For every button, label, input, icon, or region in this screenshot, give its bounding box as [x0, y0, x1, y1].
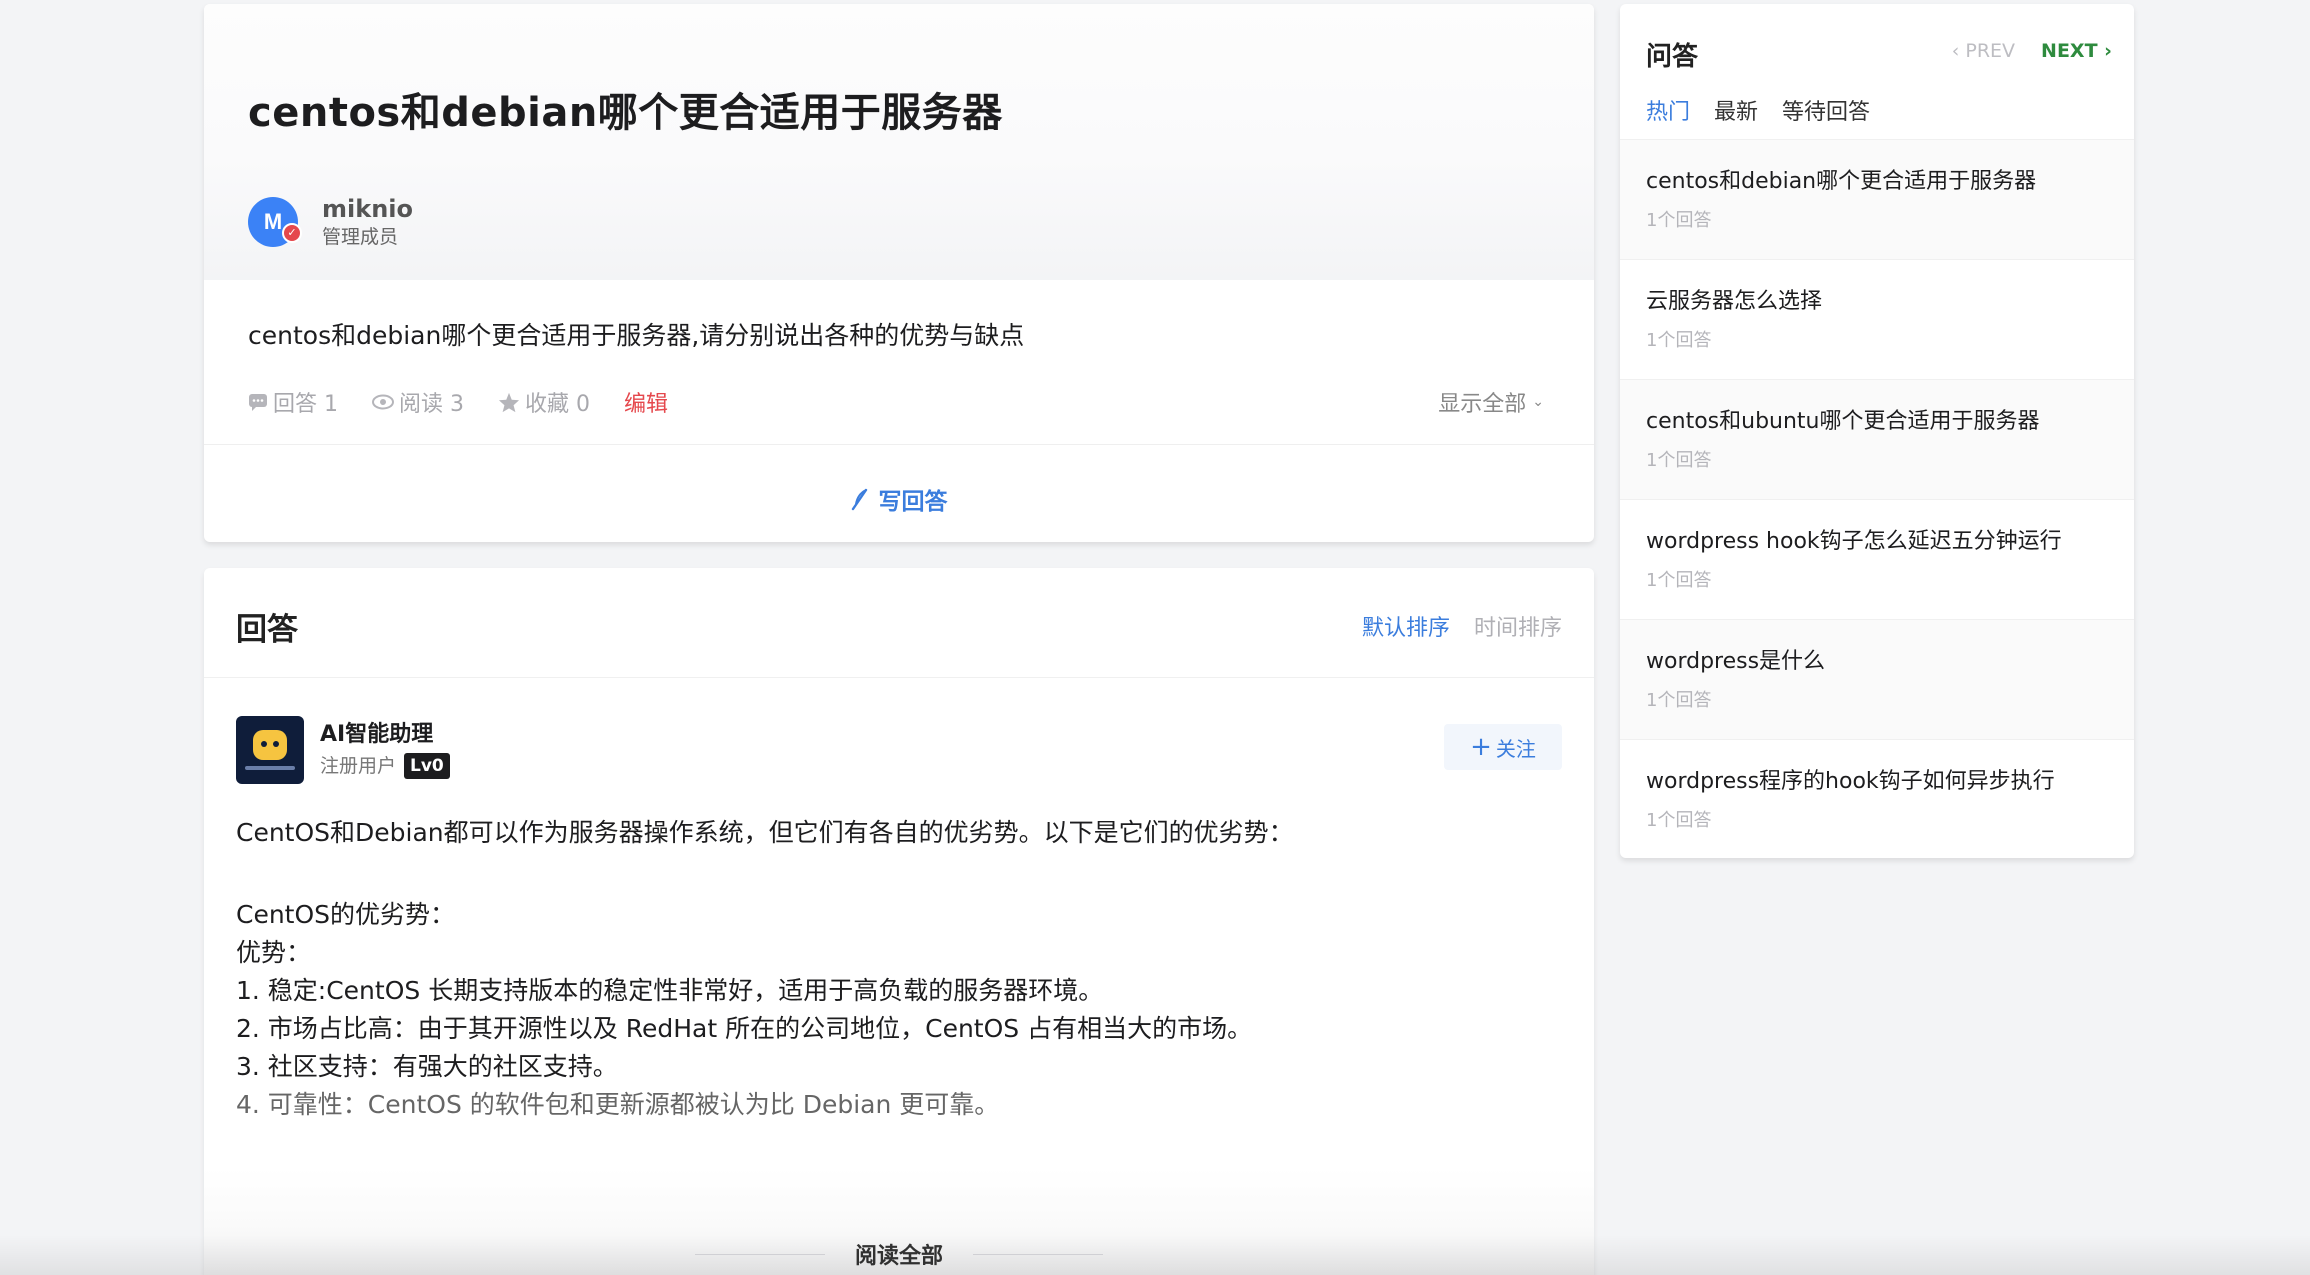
list-item-title[interactable]: wordpress hook钩子怎么延迟五分钟运行 [1646, 526, 2108, 558]
chevron-left-icon: ‹ [1951, 40, 1966, 62]
answer-author-role-row: 注册用户 Lv0 [320, 752, 450, 780]
answer-point-4: 4. 可靠性：CentOS 的软件包和更新源都被认为比 Debian 更可靠。 [236, 1090, 1000, 1119]
question-title: centos和debian哪个更合适用于服务器 [248, 90, 1003, 136]
level-badge: Lv0 [404, 753, 450, 779]
answer-author-name[interactable]: AI智能助理 [320, 718, 450, 752]
list-item[interactable]: wordpress是什么 1个回答 [1620, 620, 2134, 740]
tab-latest[interactable]: 最新 [1714, 94, 1758, 126]
answer-point-3: 3. 社区支持：有强大的社区支持。 [236, 1052, 618, 1081]
question-description: centos和debian哪个更合适用于服务器,请分别说出各种的优势与缺点 [248, 321, 1025, 350]
sort-default-tab[interactable]: 默认排序 [1362, 610, 1450, 642]
avatar[interactable]: M ✓ [248, 197, 302, 247]
write-answer-label: 写回答 [878, 489, 948, 515]
read-all-label: 阅读全部 [854, 1244, 943, 1269]
sidebar-header: 问答 ‹ PREV NEXT › 热门 最新 等待回答 [1620, 4, 2134, 140]
question-card: centos和debian哪个更合适用于服务器 M ✓ miknio 管理成员 … [204, 4, 1594, 542]
chevron-down-icon: ⌄ [1532, 394, 1544, 410]
favorites-stat-label: 收藏 0 [525, 392, 590, 417]
qa-sidebar: 问答 ‹ PREV NEXT › 热门 最新 等待回答 centos和debia… [1620, 4, 2134, 858]
question-author[interactable]: M ✓ miknio 管理成员 [248, 194, 413, 250]
follow-label: 关注 [1495, 736, 1536, 761]
answers-stat-label: 回答 1 [273, 392, 338, 417]
answer-heading: CentOS的优劣势： [236, 900, 456, 929]
answers-card: 回答 默认排序 时间排序 AI智能助理 注册用户 Lv0 + 关注 CentOS… [204, 568, 1594, 1275]
list-item-title[interactable]: centos和ubuntu哪个更合适用于服务器 [1646, 406, 2108, 438]
eye-icon [372, 394, 394, 410]
list-item-title[interactable]: wordpress是什么 [1646, 646, 2108, 678]
list-item[interactable]: wordpress hook钩子怎么延迟五分钟运行 1个回答 [1620, 500, 2134, 620]
page: centos和debian哪个更合适用于服务器 M ✓ miknio 管理成员 … [0, 0, 2310, 1275]
answer-point-1: 1. 稳定:CentOS 长期支持版本的稳定性非常好，适用于高负载的服务器环境。 [236, 976, 1104, 1005]
answer-intro: CentOS和Debian都可以作为服务器操作系统，但它们有各自的优劣势。以下是… [236, 818, 1294, 847]
next-label: NEXT [2041, 40, 2098, 62]
list-item-count: 1个回答 [1646, 330, 1712, 351]
write-answer-button[interactable]: 写回答 [204, 482, 1594, 516]
robot-avatar-icon[interactable] [236, 716, 304, 784]
answer-subheading: 优势： [236, 938, 312, 967]
list-item-count: 1个回答 [1646, 570, 1712, 591]
prev-button[interactable]: ‹ PREV [1952, 40, 2015, 62]
avatar-logo: M [263, 209, 283, 234]
robot-face [253, 730, 287, 760]
list-item-count: 1个回答 [1646, 450, 1712, 471]
author-name[interactable]: miknio [322, 194, 413, 224]
divider-left [694, 1253, 825, 1255]
prev-label: PREV [1965, 40, 2016, 62]
sort-time-tab[interactable]: 时间排序 [1474, 610, 1562, 642]
answer-body: CentOS和Debian都可以作为服务器操作系统，但它们有各自的优劣势。以下是… [236, 814, 1556, 1124]
star-icon [498, 392, 520, 412]
list-item-count: 1个回答 [1646, 210, 1712, 231]
feather-pen-icon [852, 488, 868, 511]
read-all-button[interactable]: 阅读全部 [204, 1238, 1594, 1270]
list-item-title[interactable]: 云服务器怎么选择 [1646, 286, 2108, 318]
next-button[interactable]: NEXT › [2041, 40, 2112, 62]
question-stats: 回答 1 阅读 3 收藏 0 编辑 [248, 386, 702, 418]
sort-options: 默认排序 时间排序 [1338, 610, 1562, 642]
list-item[interactable]: centos和debian哪个更合适用于服务器 1个回答 [1620, 140, 2134, 260]
sidebar-title: 问答 [1646, 42, 1699, 72]
answer-point-2: 2. 市场占比高：由于其开源性以及 RedHat 所在的公司地位，CentOS … [236, 1014, 1253, 1043]
answers-title: 回答 [236, 612, 298, 648]
tab-hot[interactable]: 热门 [1646, 94, 1690, 126]
answer-author[interactable]: AI智能助理 注册用户 Lv0 [236, 716, 450, 784]
comment-icon [249, 394, 267, 411]
favorites-stat[interactable]: 收藏 0 [498, 386, 590, 418]
verified-badge-icon: ✓ [282, 223, 302, 243]
reads-stat: 阅读 3 [372, 386, 464, 418]
list-item[interactable]: wordpress程序的hook钩子如何异步执行 1个回答 [1620, 740, 2134, 858]
reads-stat-label: 阅读 3 [399, 392, 464, 417]
avatar-caption [245, 766, 295, 770]
answers-stat[interactable]: 回答 1 [248, 386, 338, 418]
plus-icon: + [1470, 732, 1492, 762]
list-item[interactable]: 云服务器怎么选择 1个回答 [1620, 260, 2134, 380]
show-all-label: 显示全部 [1438, 392, 1527, 417]
sidebar-pager: ‹ PREV NEXT › [1952, 40, 2112, 62]
question-header: centos和debian哪个更合适用于服务器 M ✓ miknio 管理成员 [204, 4, 1594, 280]
tab-waiting[interactable]: 等待回答 [1782, 94, 1870, 126]
sidebar-tabs: 热门 最新 等待回答 [1646, 94, 1894, 126]
divider [204, 444, 1594, 445]
list-item-title[interactable]: wordpress程序的hook钩子如何异步执行 [1646, 766, 2108, 798]
list-item[interactable]: centos和ubuntu哪个更合适用于服务器 1个回答 [1620, 380, 2134, 500]
list-item-count: 1个回答 [1646, 690, 1712, 711]
answers-header: 回答 默认排序 时间排序 [204, 568, 1594, 678]
chevron-right-icon: › [2097, 40, 2112, 62]
show-all-toggle[interactable]: 显示全部 ⌄ [1438, 386, 1544, 418]
author-role: 管理成员 [322, 226, 399, 248]
sidebar-list: centos和debian哪个更合适用于服务器 1个回答 云服务器怎么选择 1个… [1620, 140, 2134, 858]
answer-author-role: 注册用户 [320, 755, 397, 777]
follow-button[interactable]: + 关注 [1444, 724, 1562, 770]
edit-link[interactable]: 编辑 [624, 386, 668, 418]
list-item-title[interactable]: centos和debian哪个更合适用于服务器 [1646, 166, 2108, 198]
divider-right [973, 1253, 1103, 1255]
list-item-count: 1个回答 [1646, 810, 1712, 831]
